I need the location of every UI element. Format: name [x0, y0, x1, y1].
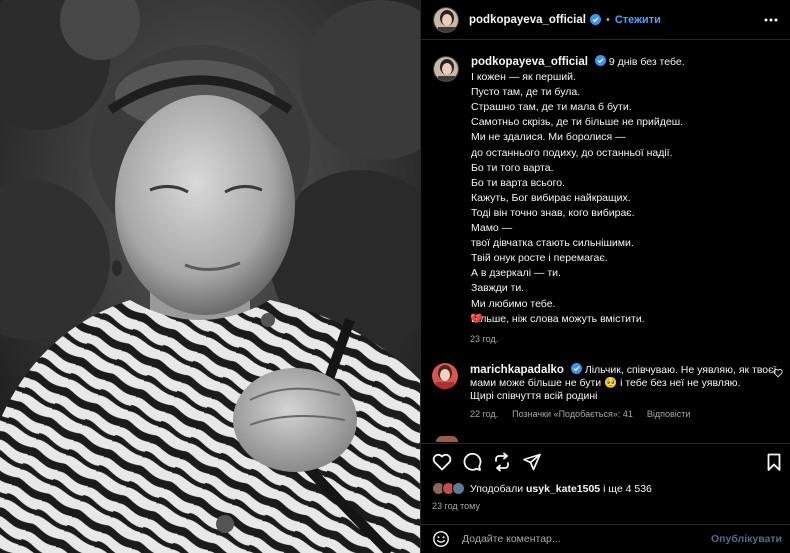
caption-line: podkopayeva_official 9 днів без тебе. [471, 55, 781, 70]
comment-line: marichkapadalko Лільчик, співчуваю. Не у… [470, 363, 776, 377]
caption-line: Самотньо скрізь, де ти більше не прийдеш… [471, 116, 684, 129]
caption-line: Ми не здалися. Ми боролися — [471, 131, 626, 144]
actions-divider [420, 443, 790, 444]
verified-icon [589, 14, 601, 25]
likes-summary: Уподобали usyk_kate1505 і ще 4 536 [432, 482, 652, 495]
publish-button[interactable]: Опублікувати [711, 533, 782, 545]
post-photo[interactable] [0, 0, 420, 553]
caption-line: Кажуть, Бог вибирає найкращих. [471, 191, 631, 204]
commenter-username[interactable]: marichkapadalko [470, 364, 564, 376]
portrait-photo [0, 0, 420, 553]
caption-line: Бо ти того варта. [471, 161, 554, 174]
caption-line: до останнього подиху, до останньої надії… [471, 146, 673, 159]
comment-input[interactable] [462, 533, 711, 545]
next-comment-avatar [436, 436, 458, 442]
comment-line-text: Лільчик, співчуваю. Не уявляю, як твоєї [584, 364, 777, 376]
caption-line: А в дзеркалі — ти. [471, 267, 561, 280]
caption-line: Завжди ти. [471, 282, 525, 295]
likes-prefix: Уподобали [470, 482, 524, 495]
more-icon[interactable] [763, 13, 779, 27]
comment-timestamp[interactable]: 22 год. [470, 409, 498, 419]
author-avatar[interactable] [433, 6, 459, 33]
comment-meta: 22 год. Позначки «Подобається»: 41 Відпо… [470, 409, 690, 419]
comment-bar: Опублікувати [420, 524, 790, 553]
reply-button[interactable]: Відповісти [647, 409, 691, 419]
caption-line: Тоді він точно знав, кого вибирає. [471, 206, 635, 219]
small-heart-icon[interactable] [773, 368, 783, 378]
caption-line: Твій онук росте і перемагає. [471, 252, 608, 265]
caption-text: podkopayeva_official 9 днів без тебе. І … [471, 55, 781, 327]
liker-avatar [452, 482, 465, 495]
liker-username[interactable]: usyk_kate1505 [526, 483, 600, 495]
heart-icon[interactable] [432, 452, 452, 472]
caption-author-avatar[interactable] [433, 56, 459, 82]
caption-line: Бо ти варта всього. [471, 176, 565, 189]
post-header: podkopayeva_official • Стежити [421, 0, 790, 40]
send-icon[interactable] [522, 452, 542, 472]
follow-button[interactable]: Стежити [615, 14, 661, 26]
broken-heart-emoji: 💔 [470, 314, 483, 325]
bookmark-icon[interactable] [764, 452, 784, 472]
comment-text: marichkapadalko Лільчик, співчуваю. Не у… [470, 363, 776, 403]
separator-dot: • [605, 13, 610, 26]
commenter-avatar[interactable] [432, 363, 458, 389]
comment-icon[interactable] [462, 452, 482, 472]
emoji-icon[interactable] [432, 530, 450, 548]
caption-author[interactable]: podkopayeva_official [471, 56, 588, 68]
comment-likes-count[interactable]: Позначки «Подобається»: 41 [512, 409, 633, 419]
caption-line-text: 9 днів без тебе. [608, 56, 685, 68]
verified-icon [594, 55, 606, 66]
comment-line: Щирі співчуття всій родині [470, 390, 598, 402]
caption-line: Страшно там, де ти мала б бути. [471, 101, 632, 114]
caption-line: Мамо — [471, 222, 513, 235]
caption-line: І кожен — як перший. [471, 71, 576, 84]
caption-line: Більше, ніж слова можуть вмістити. [471, 312, 645, 325]
likes-suffix[interactable]: і ще 4 536 [603, 483, 652, 495]
posted-time[interactable]: 23 год тому [432, 501, 480, 511]
post-actions [432, 452, 782, 474]
verified-icon [570, 363, 582, 374]
caption-line: Ми любимо тебе. [471, 297, 556, 310]
caption-line: Пусто там, де ти була. [471, 86, 581, 99]
caption-line: твої дівчатка стають сильнішими. [471, 237, 634, 250]
post-viewer: podkopayeva_official • Стежити podkopaye… [0, 0, 790, 553]
comment-line: мами може більше не бути 🥺 і тебе без не… [470, 377, 741, 389]
author-username[interactable]: podkopayeva_official [469, 14, 586, 26]
caption-timestamp[interactable]: 23 год. [470, 334, 498, 344]
share-icon[interactable] [492, 452, 512, 472]
likes-text[interactable]: Уподобали usyk_kate1505 і ще 4 536 [470, 483, 652, 495]
